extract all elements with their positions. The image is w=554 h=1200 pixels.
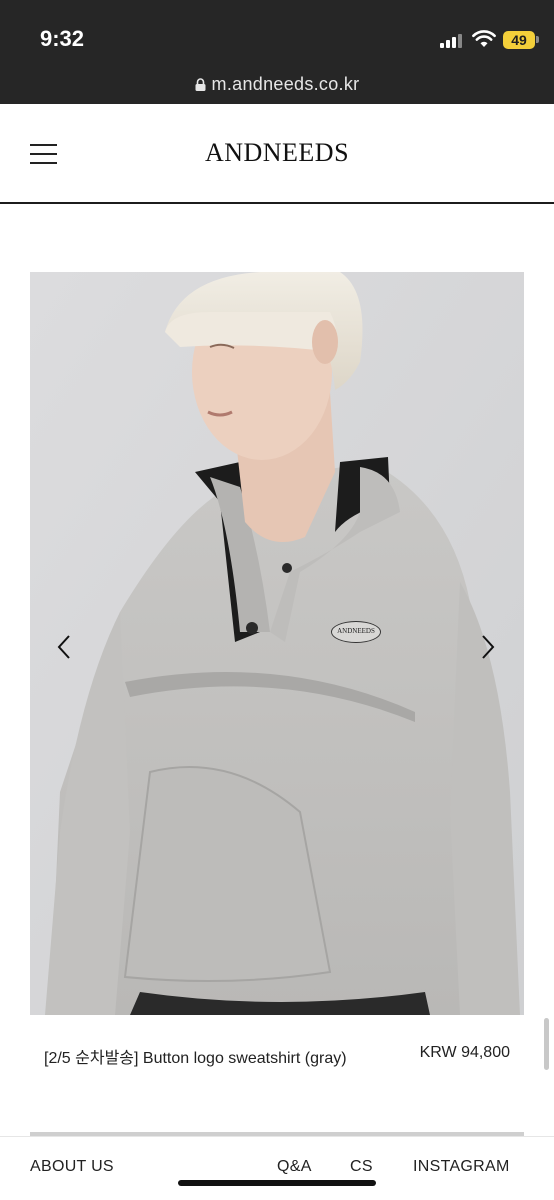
status-clock: 9:32 <box>40 26 85 51</box>
chevron-left-icon[interactable] <box>54 628 74 666</box>
footer-link-cs[interactable]: CS <box>350 1158 373 1176</box>
footer-link-about-us[interactable]: ABOUT US <box>30 1158 114 1176</box>
scrollbar[interactable] <box>544 1018 549 1070</box>
product-name[interactable]: [2/5 순차발송] Button logo sweatshirt (gray) <box>44 1044 347 1068</box>
footer-link-instagram[interactable]: INSTAGRAM <box>413 1158 510 1176</box>
cellular-signal-icon <box>440 34 464 48</box>
browser-url-bar[interactable]: m.andneeds.co.kr <box>0 72 554 104</box>
product-photo[interactable]: ANDNEEDS <box>30 272 524 1015</box>
wifi-icon <box>472 30 496 47</box>
footer-line <box>0 1136 554 1137</box>
site-header: ANDNEEDS <box>0 104 554 204</box>
status-bar: 9:32 49 <box>0 0 554 72</box>
chevron-right-icon[interactable] <box>478 628 498 666</box>
logo-patch: ANDNEEDS <box>331 621 381 643</box>
footer-link-qa[interactable]: Q&A <box>277 1158 312 1176</box>
battery-indicator: 49 <box>503 31 535 49</box>
battery-tip <box>536 36 539 43</box>
lock-icon <box>195 78 206 91</box>
logo-patch-text: ANDNEEDS <box>337 627 375 635</box>
brand-logo[interactable]: ANDNEEDS <box>0 138 554 168</box>
product-price: KRW 94,800 <box>419 1044 510 1061</box>
home-indicator[interactable] <box>178 1180 376 1186</box>
url-text: m.andneeds.co.kr <box>211 74 360 94</box>
